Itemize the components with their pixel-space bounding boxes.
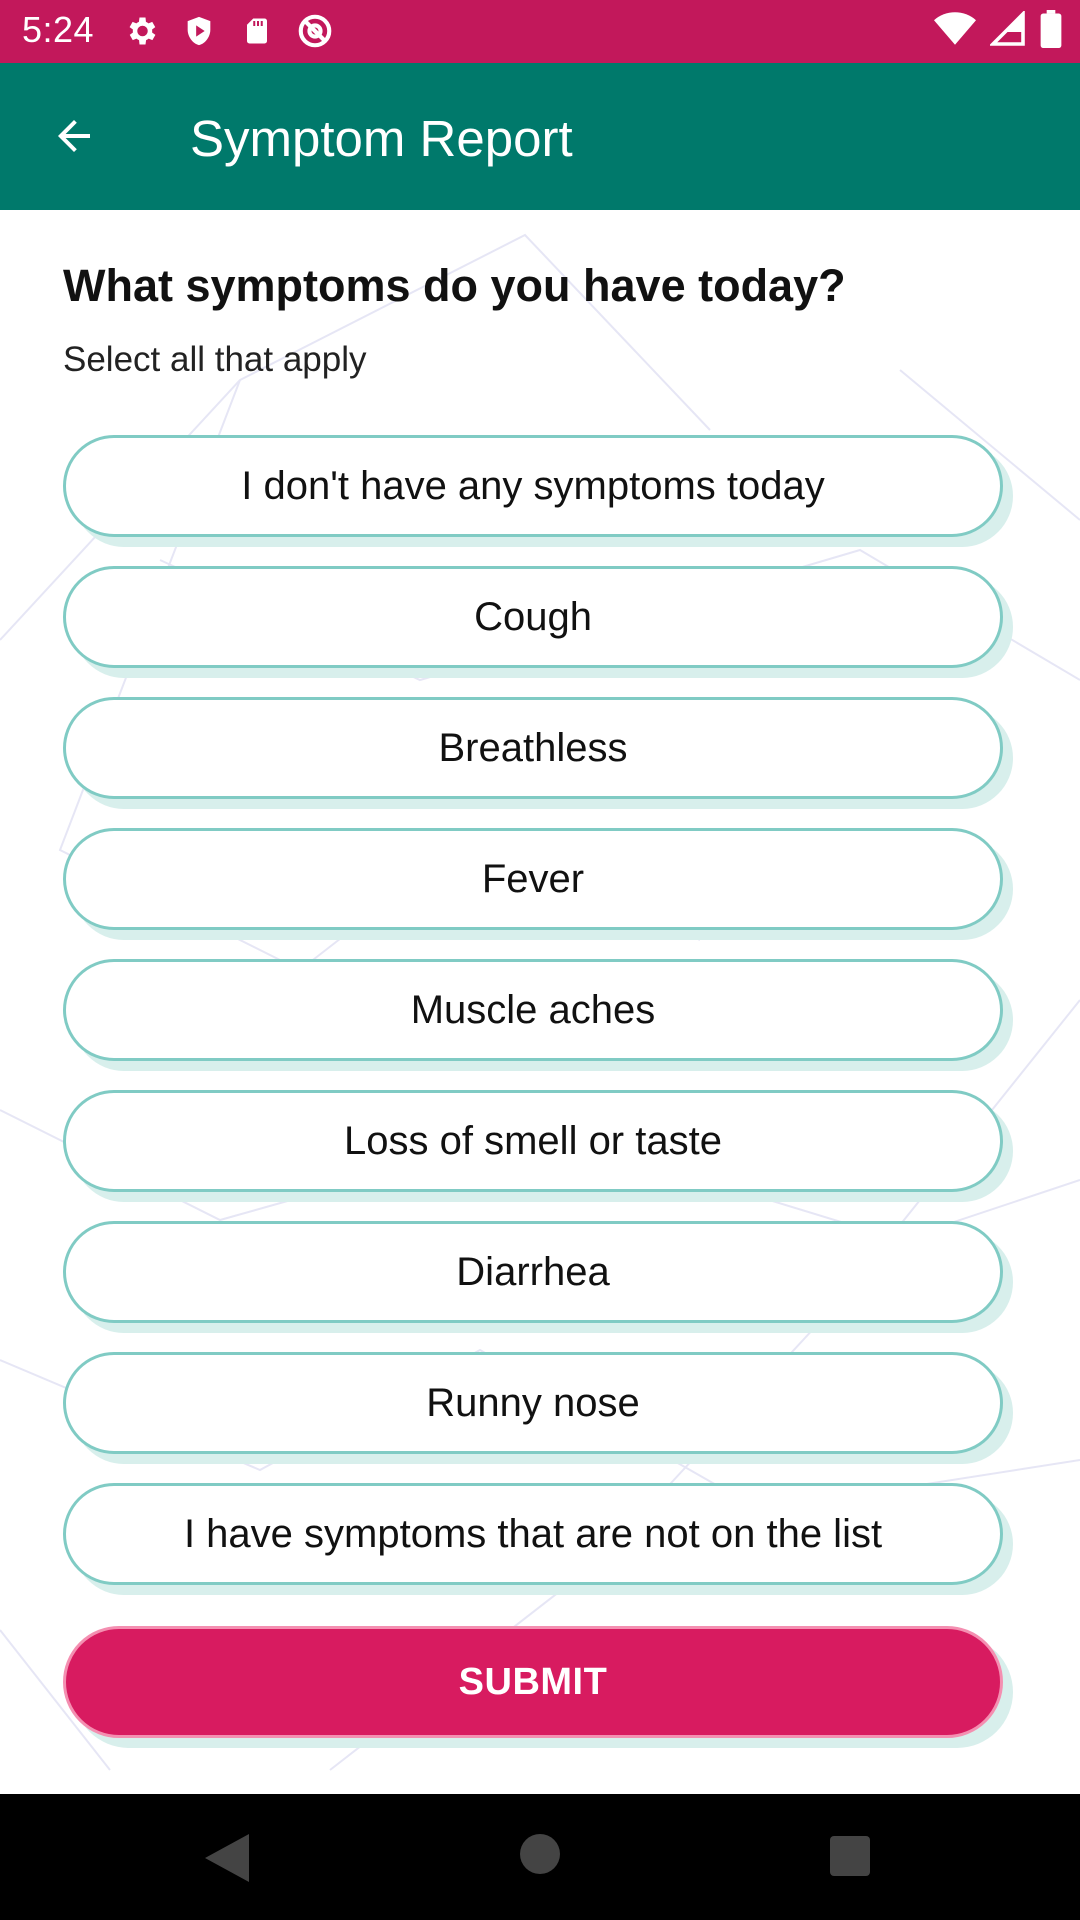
option-other-symptoms[interactable]: I have symptoms that are not on the list [63, 1483, 1003, 1585]
page-title: Symptom Report [190, 110, 573, 167]
option-label: Fever [481, 856, 585, 901]
symptom-options: I don't have any symptoms today Cough Br… [63, 435, 1007, 1614]
option-cough[interactable]: Cough [63, 566, 1003, 668]
battery-icon [1040, 10, 1062, 53]
nav-home-icon[interactable] [520, 1834, 560, 1879]
submit-button[interactable]: SUBMIT [63, 1626, 1003, 1738]
option-no-symptoms[interactable]: I don't have any symptoms today [63, 435, 1003, 537]
option-label: Loss of smell or taste [344, 1118, 722, 1163]
option-muscle-aches[interactable]: Muscle aches [63, 959, 1003, 1061]
option-label: I have symptoms that are not on the list [183, 1511, 883, 1556]
option-label: Runny nose [426, 1380, 640, 1425]
status-bar: 5:24 [0, 0, 1080, 63]
option-label: Cough [474, 594, 592, 639]
back-button[interactable] [36, 103, 111, 173]
arrow-back-icon [50, 112, 98, 165]
option-label: Breathless [438, 725, 628, 770]
settings-icon [120, 10, 162, 52]
instruction-text: Select all that apply [63, 340, 367, 379]
option-fever[interactable]: Fever [63, 828, 1003, 930]
option-loss-of-smell-taste[interactable]: Loss of smell or taste [63, 1090, 1003, 1192]
sd-card-icon [236, 10, 278, 52]
shield-play-icon [178, 10, 220, 52]
status-time: 5:24 [22, 9, 95, 50]
symptom-form: What symptoms do you have today? Select … [0, 210, 1080, 1794]
system-nav-bar [0, 1794, 1080, 1920]
signal-icon [988, 9, 1026, 52]
at-sign-icon [294, 10, 336, 52]
status-icons-right [934, 9, 1062, 53]
option-label: Diarrhea [456, 1249, 610, 1294]
wifi-icon [934, 11, 976, 52]
option-runny-nose[interactable]: Runny nose [63, 1352, 1003, 1454]
app-bar: Symptom Report [0, 63, 1080, 210]
status-icons-left [120, 10, 336, 52]
option-label: I don't have any symptoms today [241, 463, 825, 508]
option-label: Muscle aches [410, 987, 656, 1032]
nav-back-icon[interactable] [205, 1834, 249, 1887]
option-breathless[interactable]: Breathless [63, 697, 1003, 799]
nav-recents-icon[interactable] [830, 1836, 870, 1881]
option-diarrhea[interactable]: Diarrhea [63, 1221, 1003, 1323]
question-heading: What symptoms do you have today? [63, 260, 846, 311]
